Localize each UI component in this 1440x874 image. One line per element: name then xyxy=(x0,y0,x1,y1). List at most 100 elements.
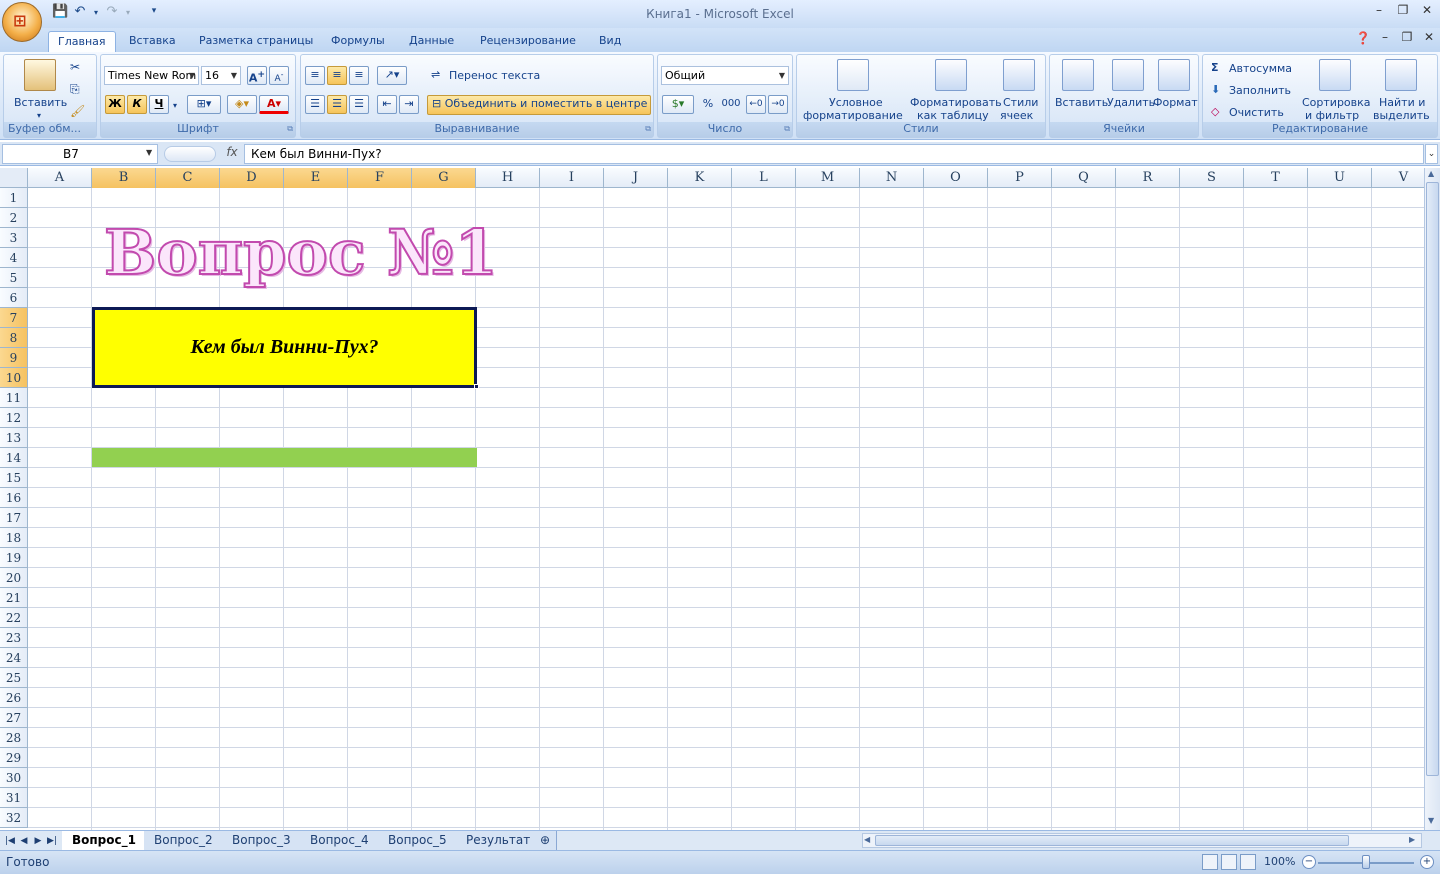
row-header-17[interactable]: 17 xyxy=(0,508,28,528)
save-icon[interactable]: 💾 xyxy=(52,4,68,22)
restore-icon[interactable]: ❐ xyxy=(1392,3,1414,21)
fill-color-icon[interactable]: ◈▾ xyxy=(227,95,257,114)
autosum-button[interactable]: Автосумма xyxy=(1229,62,1292,75)
row-header-21[interactable]: 21 xyxy=(0,588,28,608)
page-break-view-icon[interactable] xyxy=(1240,854,1256,870)
column-header-j[interactable]: J xyxy=(604,168,668,188)
sort-filter-line2[interactable]: и фильтр xyxy=(1305,109,1359,122)
column-header-g[interactable]: G xyxy=(412,168,476,188)
row-header-27[interactable]: 27 xyxy=(0,708,28,728)
horizontal-scrollbar[interactable]: ◀ ▶ xyxy=(862,833,1422,848)
worksheet-grid[interactable]: ABCDEFGHIJKLMNOPQRSTUV 1 2 3 4 5 6 7 8 9 10 11 12 13… xyxy=(0,168,1424,830)
row-header-18[interactable]: 18 xyxy=(0,528,28,548)
row-header-8[interactable]: 8 xyxy=(0,328,28,348)
format-cells-icon[interactable] xyxy=(1158,59,1190,91)
row-header-26[interactable]: 26 xyxy=(0,688,28,708)
zoom-in-icon[interactable]: + xyxy=(1420,855,1434,869)
row-header-6[interactable]: 6 xyxy=(0,288,28,308)
ribbon-minimize-icon[interactable]: – xyxy=(1374,30,1396,48)
column-header-q[interactable]: Q xyxy=(1052,168,1116,188)
minimize-icon[interactable]: – xyxy=(1368,3,1390,21)
delete-cells-icon[interactable] xyxy=(1112,59,1144,91)
expand-formula-bar-icon[interactable]: ⌄ xyxy=(1425,144,1438,164)
row-header-7[interactable]: 7 xyxy=(0,308,28,328)
prev-sheet-icon[interactable]: ◀ xyxy=(18,833,30,849)
sheet-tab-1[interactable]: Вопрос_1 xyxy=(62,831,147,850)
formula-input[interactable]: Кем был Винни-Пух? xyxy=(244,144,1424,164)
column-header-r[interactable]: R xyxy=(1116,168,1180,188)
vertical-scroll-thumb[interactable] xyxy=(1426,182,1439,776)
wrap-text-icon[interactable]: ⇌ xyxy=(431,68,440,81)
orientation-icon[interactable]: ↗▾ xyxy=(377,66,407,85)
alignment-dialog-launcher-icon[interactable]: ⧉ xyxy=(645,122,651,135)
column-header-n[interactable]: N xyxy=(860,168,924,188)
row-header-31[interactable]: 31 xyxy=(0,788,28,808)
shrink-font-icon[interactable]: A- xyxy=(269,66,289,85)
format-as-table-icon[interactable] xyxy=(935,59,967,91)
underline-button[interactable]: Ч xyxy=(149,95,169,114)
insert-cells-button[interactable]: Вставить xyxy=(1055,96,1108,109)
formula-bar-grip[interactable] xyxy=(164,146,216,162)
tab-data[interactable]: Данные xyxy=(400,31,463,52)
undo-icon[interactable]: ↶ xyxy=(72,4,88,22)
delete-cells-button[interactable]: Удалить xyxy=(1107,96,1155,109)
row-header-15[interactable]: 15 xyxy=(0,468,28,488)
clear-button[interactable]: Очистить xyxy=(1229,106,1284,119)
horizontal-scroll-thumb[interactable] xyxy=(875,835,1349,846)
help-icon[interactable]: ❓ xyxy=(1352,31,1374,49)
font-dialog-launcher-icon[interactable]: ⧉ xyxy=(287,122,293,135)
answer-bar[interactable] xyxy=(92,448,477,467)
align-left-icon[interactable]: ☰ xyxy=(305,95,325,114)
ribbon-restore-icon[interactable]: ❐ xyxy=(1396,30,1418,48)
row-header-12[interactable]: 12 xyxy=(0,408,28,428)
borders-icon[interactable]: ⊞▾ xyxy=(187,95,221,114)
font-name-select[interactable]: Times New Rom ▼ xyxy=(104,66,199,85)
cut-icon[interactable]: ✂ xyxy=(70,61,80,74)
decrease-indent-icon[interactable]: ⇤ xyxy=(377,95,397,114)
cell-styles-line1[interactable]: Стили xyxy=(1003,96,1038,109)
column-header-u[interactable]: U xyxy=(1308,168,1372,188)
zoom-slider-knob[interactable] xyxy=(1362,855,1370,869)
cell-styles-line2[interactable]: ячеек xyxy=(1000,109,1033,122)
vertical-scrollbar[interactable]: ▲ ▼ xyxy=(1424,168,1440,830)
currency-icon[interactable]: $▾ xyxy=(662,95,694,114)
fill-handle[interactable] xyxy=(474,384,479,389)
increase-decimal-icon[interactable]: ←0 xyxy=(746,95,766,114)
sheet-tab-3[interactable]: Вопрос_3 xyxy=(222,831,302,850)
insert-function-button[interactable]: fx xyxy=(222,145,242,163)
copy-icon[interactable]: ⎘ xyxy=(70,83,80,96)
italic-button[interactable]: К xyxy=(127,95,147,114)
grow-font-icon[interactable]: A+ xyxy=(247,66,267,85)
last-sheet-icon[interactable]: ▶| xyxy=(46,833,58,849)
zoom-level[interactable]: 100% xyxy=(1264,855,1295,868)
format-cells-button[interactable]: Формат xyxy=(1153,96,1198,109)
tab-formulas[interactable]: Формулы xyxy=(322,31,394,52)
tab-page-layout[interactable]: Разметка страницы xyxy=(190,31,322,52)
conditional-formatting-icon[interactable] xyxy=(837,59,869,91)
conditional-formatting-line1[interactable]: Условное xyxy=(829,96,883,109)
bold-button[interactable]: Ж xyxy=(105,95,125,114)
font-size-select[interactable]: 16 ▼ xyxy=(201,66,241,85)
page-layout-view-icon[interactable] xyxy=(1221,854,1237,870)
percent-button[interactable]: % xyxy=(698,95,718,114)
undo-dropdown-icon[interactable]: ▾ xyxy=(88,8,104,26)
row-header-11[interactable]: 11 xyxy=(0,388,28,408)
column-header-a[interactable]: A xyxy=(28,168,92,188)
thousands-button[interactable]: 000 xyxy=(720,95,742,114)
autosum-icon[interactable]: Σ xyxy=(1211,61,1219,74)
increase-indent-icon[interactable]: ⇥ xyxy=(399,95,419,114)
row-header-30[interactable]: 30 xyxy=(0,768,28,788)
column-header-e[interactable]: E xyxy=(284,168,348,188)
row-header-1[interactable]: 1 xyxy=(0,188,28,208)
clear-icon[interactable]: ◇ xyxy=(1211,105,1219,118)
align-bottom-icon[interactable]: ≡ xyxy=(349,66,369,85)
paste-dropdown-icon[interactable]: ▾ xyxy=(37,109,41,122)
normal-view-icon[interactable] xyxy=(1202,854,1218,870)
sheet-tab-6[interactable]: Результат xyxy=(456,831,542,850)
tab-home[interactable]: Главная xyxy=(48,31,116,52)
row-header-9[interactable]: 9 xyxy=(0,348,28,368)
cell-styles-icon[interactable] xyxy=(1003,59,1035,91)
column-header-v[interactable]: V xyxy=(1372,168,1424,188)
row-header-25[interactable]: 25 xyxy=(0,668,28,688)
align-right-icon[interactable]: ☰ xyxy=(349,95,369,114)
